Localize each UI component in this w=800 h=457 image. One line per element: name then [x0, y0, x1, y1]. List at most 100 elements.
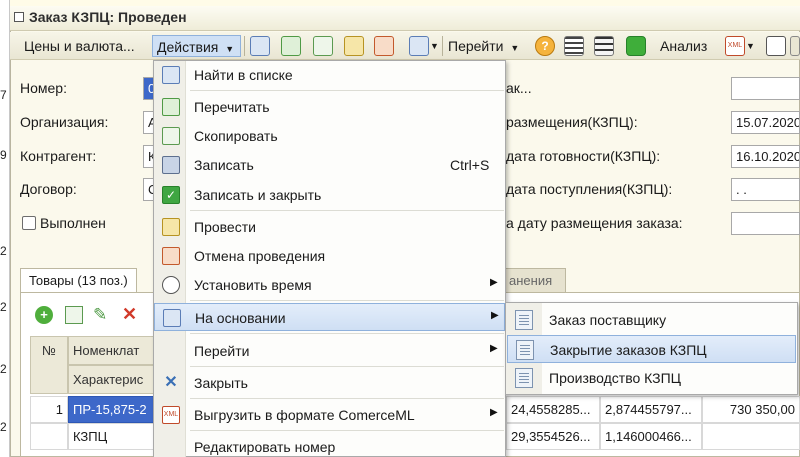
menu-item-copy[interactable]: Скопировать: [154, 122, 505, 150]
ready-date-label: дата готовности(КЗПЦ):: [506, 148, 661, 164]
copy-icon: [162, 127, 180, 145]
submenu-item-close-orders[interactable]: Закрытие заказов КЗПЦ: [507, 335, 796, 363]
submenu-arrow-icon: ▶: [490, 277, 498, 288]
organization-label: Организация:: [20, 114, 109, 130]
save-icon: [162, 156, 180, 174]
menu-separator: [190, 300, 504, 301]
list-view-icon[interactable]: [564, 36, 584, 56]
window-menu-icon[interactable]: [14, 12, 24, 22]
right-field[interactable]: [731, 77, 800, 100]
actions-menu-button[interactable]: Действия ▼: [152, 35, 241, 57]
strip-digit: 7: [0, 88, 7, 102]
chevron-down-icon: ▼: [510, 43, 520, 53]
copy-row-icon[interactable]: [65, 306, 83, 324]
contract-label: Договор:: [20, 181, 77, 197]
toolbar-separator: [244, 36, 245, 56]
strip-digit: 2: [0, 244, 7, 258]
add-row-icon[interactable]: +: [35, 306, 53, 324]
submenu-item-supplier-order[interactable]: Заказ поставщику: [507, 306, 796, 334]
menu-separator: [190, 366, 504, 367]
right-label: ак...: [506, 80, 532, 96]
order-date-label: а дату размещения заказа:: [506, 215, 683, 231]
number-label: Номер:: [20, 80, 67, 96]
edit-row-icon[interactable]: ✎: [93, 305, 107, 325]
chevron-down-icon: ▼: [225, 44, 235, 54]
refresh-icon[interactable]: [281, 36, 301, 56]
table-cell-value[interactable]: 2,874455797...: [600, 396, 702, 423]
menu-item-save[interactable]: Записать Ctrl+S: [154, 151, 505, 179]
checklist-icon[interactable]: [594, 36, 614, 56]
menu-item-save-close[interactable]: ✓ Записать и закрыть: [154, 181, 505, 209]
chevron-down-icon[interactable]: ▼: [746, 35, 755, 57]
help-icon[interactable]: ?: [535, 36, 555, 56]
tab-goods[interactable]: Товары (13 поз.): [20, 268, 137, 292]
chevron-down-icon[interactable]: ▼: [430, 35, 439, 57]
ready-date-field[interactable]: 16.10.2020: [731, 145, 800, 168]
xml-export-icon[interactable]: XML: [725, 36, 745, 56]
menu-item-based-on[interactable]: На основании ▶: [154, 303, 505, 331]
submenu-arrow-icon: ▶: [490, 343, 498, 354]
submenu-item-production[interactable]: Производство КЗПЦ: [507, 364, 796, 392]
menu-item-close[interactable]: ✕ Закрыть: [154, 369, 505, 397]
based-on-icon[interactable]: [409, 36, 429, 56]
strip-digit: 2: [0, 420, 7, 434]
green-status-icon[interactable]: [626, 36, 646, 56]
actions-label: Действия: [157, 39, 219, 55]
unpost-icon: [162, 247, 180, 265]
menu-item-unpost[interactable]: Отмена проведения: [154, 242, 505, 270]
order-date-field[interactable]: [731, 212, 800, 235]
find-in-list-icon: [162, 66, 180, 84]
menu-separator: [190, 430, 504, 431]
submenu-arrow-icon: ▶: [491, 310, 499, 321]
menu-item-reread[interactable]: Перечитать: [154, 93, 505, 121]
table-cell-name[interactable]: КЗПЦ: [68, 423, 154, 450]
table-cell-num[interactable]: 1: [30, 396, 68, 423]
receipt-date-label: дата поступления(КЗПЦ):: [506, 181, 673, 197]
contractor-label: Контрагент:: [20, 148, 97, 164]
strip-digit: 2: [0, 362, 7, 376]
table-cell-value[interactable]: 730 350,00: [702, 396, 800, 423]
table-cell-value[interactable]: 29,3554526...: [506, 423, 600, 450]
find-in-list-icon[interactable]: [250, 36, 270, 56]
menu-separator: [190, 210, 504, 211]
menu-item-post[interactable]: Провести: [154, 213, 505, 241]
table-cell-num[interactable]: [30, 423, 68, 450]
placement-date-field[interactable]: 15.07.2020: [731, 111, 800, 134]
done-checkbox[interactable]: [22, 216, 36, 230]
print-form-icon[interactable]: [766, 36, 786, 56]
table-cell-value[interactable]: [702, 423, 800, 450]
menu-item-export-commerceml[interactable]: XML Выгрузить в формате ComerceML ▶: [154, 401, 505, 429]
post-icon[interactable]: [344, 36, 364, 56]
menu-separator: [190, 333, 504, 334]
col-header-num[interactable]: №: [30, 336, 68, 394]
toolbar-separator: [442, 36, 443, 56]
document-icon: [516, 340, 534, 360]
prices-currency-button[interactable]: Цены и валюта...: [24, 35, 135, 57]
receipt-date-field[interactable]: . .: [731, 178, 800, 201]
background-window-strip: 7 9 2 2 2 2: [0, 0, 10, 457]
goto-menu-button[interactable]: Перейти ▼: [448, 35, 519, 57]
strip-digit: 2: [0, 300, 7, 314]
refresh-icon: [162, 98, 180, 116]
window-title: Заказ КЗПЦ: Проведен: [29, 9, 187, 25]
delete-row-icon[interactable]: ✕: [122, 304, 137, 325]
menu-item-goto[interactable]: Перейти ▶: [154, 337, 505, 365]
save-close-icon: ✓: [162, 186, 180, 204]
table-cell-value[interactable]: 24,4558285...: [506, 396, 600, 423]
table-cell-value[interactable]: 1,146000466...: [600, 423, 702, 450]
more-icon[interactable]: [790, 36, 800, 56]
col-header-nomenclature[interactable]: Номенклат: [68, 336, 154, 365]
menu-item-edit-number[interactable]: Редактировать номер: [154, 433, 505, 457]
strip-digit: 9: [0, 148, 7, 162]
unpost-icon[interactable]: [374, 36, 394, 56]
placement-date-label: размещения(КЗПЦ):: [506, 114, 638, 130]
tab-other[interactable]: анения: [500, 268, 566, 292]
copy-icon[interactable]: [313, 36, 333, 56]
analysis-button[interactable]: Анализ: [660, 35, 707, 57]
table-cell-name-selected[interactable]: ПР-15,875-2: [68, 396, 154, 423]
menu-item-set-time[interactable]: Установить время ▶: [154, 271, 505, 299]
done-label: Выполнен: [40, 215, 106, 231]
post-icon: [162, 218, 180, 236]
col-header-characteristic[interactable]: Характерис: [68, 365, 154, 394]
menu-item-find-in-list[interactable]: Найти в списке: [154, 61, 505, 89]
